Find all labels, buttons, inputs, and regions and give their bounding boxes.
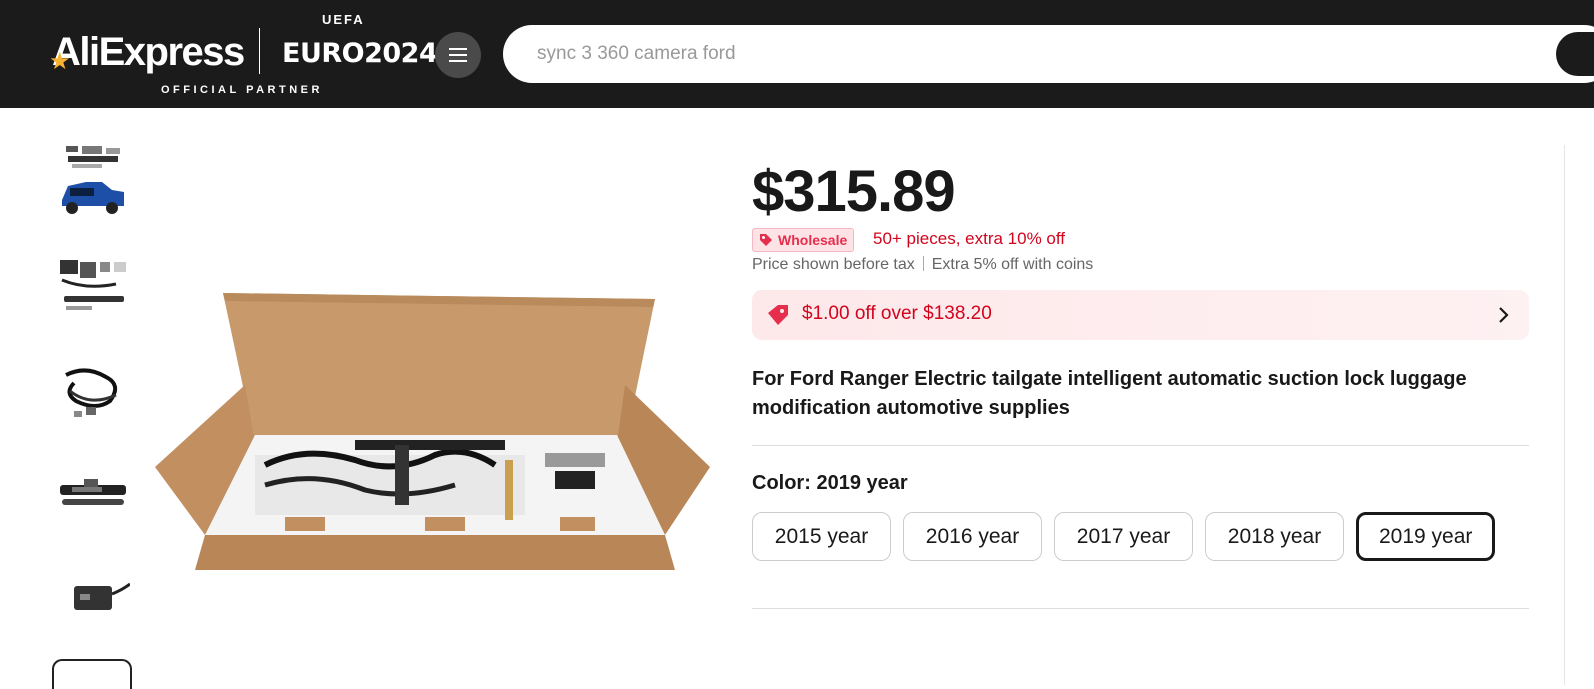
- product-thumb-handle[interactable]: [56, 455, 130, 535]
- thumbnail-selected-frame[interactable]: [52, 659, 132, 689]
- price-tax-text: Price shown before tax: [752, 256, 915, 273]
- hamburger-icon: [449, 46, 467, 64]
- coins-note: Extra 5% off with coins: [931, 256, 1094, 273]
- separator: [922, 256, 924, 271]
- color-option-2015[interactable]: 2015 year: [752, 512, 891, 561]
- euro2024-logo: EURO2024: [282, 38, 438, 69]
- color-option-2019[interactable]: 2019 year: [1356, 512, 1496, 561]
- color-options: 2015 year 2016 year 2017 year 2018 year …: [752, 512, 1496, 561]
- official-partner-label: OFFICIAL PARTNER: [161, 84, 323, 96]
- color-option-2017[interactable]: 2017 year: [1054, 512, 1193, 561]
- tag-icon: [760, 234, 772, 246]
- header: AliExpress ★ UEFA EURO2024 OFFICIAL PART…: [0, 0, 1594, 108]
- search-button[interactable]: [1556, 32, 1594, 76]
- product-thumb-module[interactable]: [56, 560, 131, 640]
- product-thumb-kit[interactable]: [56, 250, 130, 330]
- product-thumb-truck[interactable]: [56, 140, 130, 220]
- product-main-image[interactable]: [155, 285, 710, 580]
- product-price: $315.89: [752, 159, 956, 224]
- chevron-right-icon: [1499, 307, 1509, 323]
- menu-button[interactable]: [435, 32, 481, 78]
- wholesale-offer: 50+ pieces, extra 10% off: [873, 229, 1066, 248]
- tax-note: Price shown before tax Extra 5% off with …: [752, 256, 1093, 274]
- color-option-2018[interactable]: 2018 year: [1205, 512, 1344, 561]
- search-input[interactable]: [503, 25, 1594, 83]
- wholesale-label: Wholesale: [778, 232, 848, 248]
- uefa-label: UEFA: [322, 12, 365, 27]
- divider: [752, 445, 1529, 446]
- panel-border: [1564, 145, 1565, 685]
- coupon-banner[interactable]: $1.00 off over $138.20: [752, 290, 1529, 340]
- aliexpress-logo[interactable]: AliExpress: [52, 30, 245, 75]
- logo-divider: [259, 28, 260, 74]
- product-title: For Ford Ranger Electric tailgate intell…: [752, 368, 1467, 419]
- coupon-tag-icon: [768, 305, 788, 325]
- divider: [752, 608, 1529, 609]
- coupon-text: $1.00 off over $138.20: [802, 303, 992, 324]
- wholesale-badge: Wholesale: [752, 228, 855, 252]
- logo-star-icon: ★: [49, 48, 71, 75]
- product-thumb-wiring[interactable]: [56, 355, 130, 435]
- color-option-2016[interactable]: 2016 year: [903, 512, 1042, 561]
- color-label: Color: 2019 year: [752, 472, 908, 495]
- color-label-prefix: Color:: [752, 472, 811, 494]
- color-selected-value: 2019 year: [816, 472, 908, 494]
